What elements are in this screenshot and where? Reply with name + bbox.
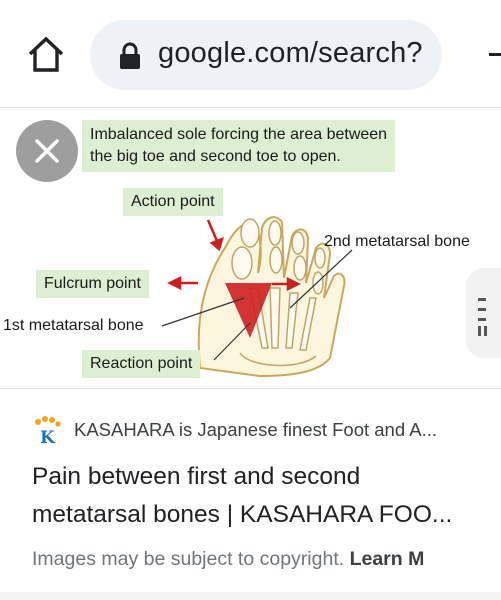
close-icon bbox=[35, 139, 59, 163]
action-point-label: Action point bbox=[123, 188, 223, 216]
thumbnail-icon bbox=[478, 298, 487, 336]
close-button[interactable] bbox=[16, 120, 78, 182]
reaction-point-label: Reaction point bbox=[82, 350, 201, 378]
second-metatarsal-label: 2nd metatarsal bone bbox=[324, 233, 470, 250]
source-text: KASAHARA is Japanese finest Foot and A..… bbox=[74, 419, 438, 440]
url-text: google.com/search? bbox=[158, 37, 423, 69]
image-divider bbox=[0, 388, 501, 389]
result-source[interactable]: K KASAHARA is Japanese finest Foot and A… bbox=[32, 416, 501, 446]
first-metatarsal-label: 1st metatarsal bone bbox=[3, 317, 144, 334]
next-image-peek[interactable] bbox=[466, 268, 501, 358]
copyright-notice: Images may be subject to copyright. Lear… bbox=[32, 548, 424, 571]
address-bar[interactable]: google.com/search? bbox=[90, 20, 442, 90]
caption-label: Imbalanced sole forcing the area between… bbox=[82, 120, 396, 172]
browser-toolbar: google.com/search? bbox=[0, 0, 501, 108]
tab-menu-icon[interactable] bbox=[486, 30, 501, 80]
learn-more-link[interactable]: Learn M bbox=[350, 548, 425, 570]
svg-text:K: K bbox=[40, 428, 56, 446]
result-title[interactable]: Pain between first and second metatarsal… bbox=[32, 458, 501, 534]
kasahara-favicon-icon: K bbox=[35, 416, 61, 446]
home-icon[interactable] bbox=[24, 32, 68, 76]
fulcrum-point-label: Fulcrum point bbox=[36, 270, 149, 298]
lock-icon bbox=[120, 42, 140, 69]
bottom-edge bbox=[0, 592, 501, 600]
image-preview[interactable]: Imbalanced sole forcing the area between… bbox=[0, 108, 501, 388]
copyright-text: Images may be subject to copyright. bbox=[32, 548, 345, 570]
